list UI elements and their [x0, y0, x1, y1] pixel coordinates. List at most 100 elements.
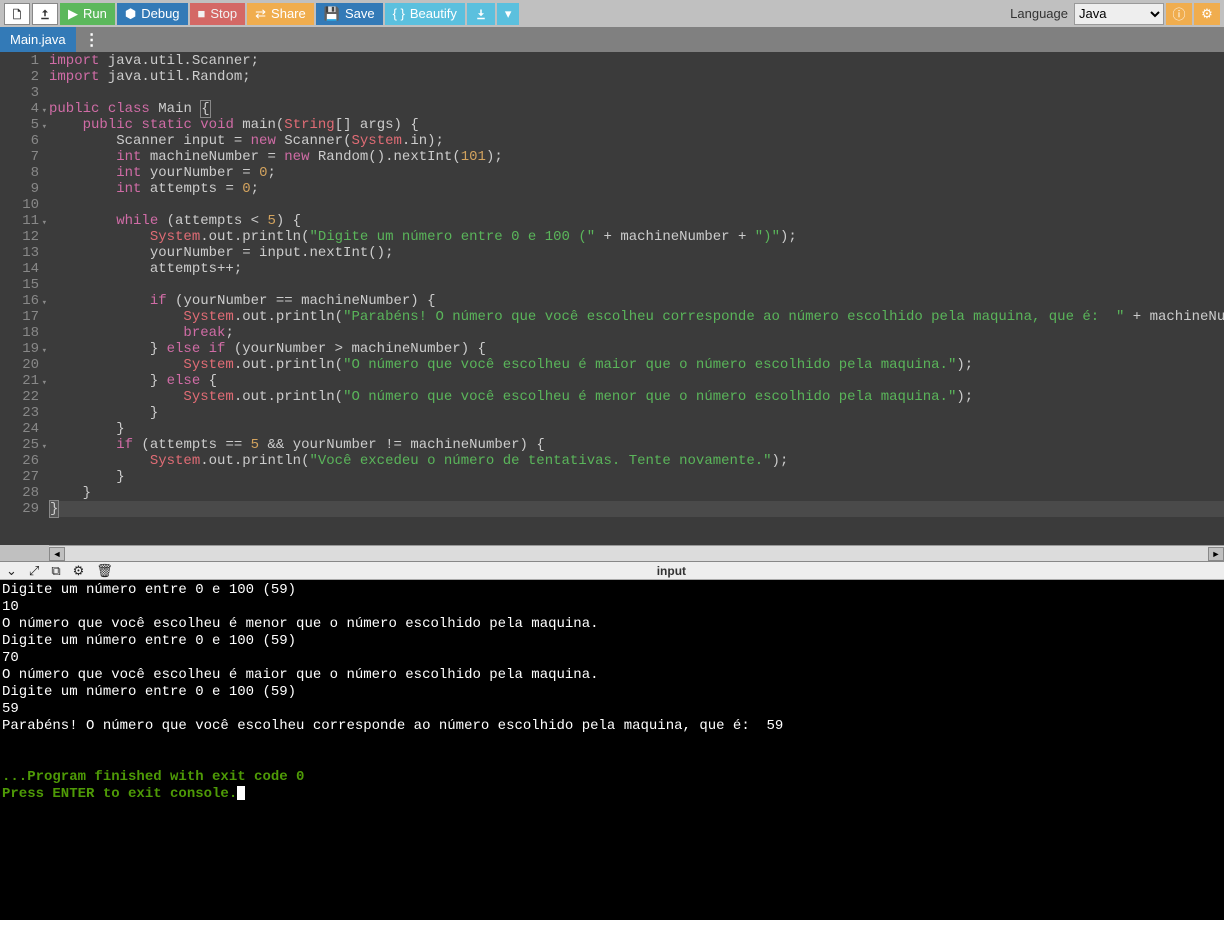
code-line[interactable]: import java.util.Scanner; — [49, 53, 1224, 69]
line-number: 20 — [0, 357, 39, 373]
share-icon: ⇄ — [255, 6, 266, 22]
line-number: 15 — [0, 277, 39, 293]
code-line[interactable]: System.out.println("Você excedeu o númer… — [49, 453, 1224, 469]
code-line[interactable]: } — [49, 405, 1224, 421]
scroll-right-icon[interactable]: ► — [1208, 547, 1224, 561]
code-line[interactable]: } — [49, 485, 1224, 501]
line-number: 11▾ — [0, 213, 39, 229]
download-dropdown[interactable]: ▾ — [497, 3, 520, 25]
code-line[interactable]: attempts++; — [49, 261, 1224, 277]
line-number: 29 — [0, 501, 39, 517]
tab-label: Main.java — [10, 32, 66, 47]
line-number: 8 — [0, 165, 39, 181]
line-number: 9 — [0, 181, 39, 197]
fold-icon[interactable]: ▾ — [42, 215, 47, 231]
code-line[interactable]: System.out.println("O número que você es… — [49, 357, 1224, 373]
code-line[interactable]: public class Main { — [49, 101, 1224, 117]
line-number: 4▾ — [0, 101, 39, 117]
editor-horizontal-scrollbar[interactable]: ◄ ► — [49, 545, 1224, 561]
debug-button[interactable]: ⬢Debug — [117, 3, 188, 25]
gear-icon[interactable]: ⚙ — [73, 563, 85, 579]
code-line[interactable]: int machineNumber = new Random().nextInt… — [49, 149, 1224, 165]
code-line[interactable] — [49, 85, 1224, 101]
code-line[interactable]: while (attempts < 5) { — [49, 213, 1224, 229]
stop-label: Stop — [210, 6, 237, 21]
fold-icon[interactable]: ▾ — [42, 375, 47, 391]
expand-icon[interactable]: ⤢ — [29, 563, 39, 579]
stop-button[interactable]: ■Stop — [190, 3, 246, 25]
settings-button[interactable]: ⚙ — [1194, 3, 1220, 25]
console-title: input — [125, 564, 1218, 578]
copy-icon[interactable]: ⧉ — [51, 563, 60, 579]
fold-icon[interactable]: ▾ — [42, 103, 47, 119]
code-line[interactable]: } — [49, 469, 1224, 485]
line-number: 17 — [0, 309, 39, 325]
code-line[interactable]: public static void main(String[] args) { — [49, 117, 1224, 133]
fold-icon[interactable]: ▾ — [42, 439, 47, 455]
file-icon — [11, 8, 23, 20]
fold-icon[interactable]: ▾ — [42, 119, 47, 135]
beautify-button[interactable]: { }Beautify — [385, 3, 465, 25]
code-line[interactable]: if (yourNumber == machineNumber) { — [49, 293, 1224, 309]
debug-label: Debug — [141, 6, 179, 21]
line-number: 13 — [0, 245, 39, 261]
upload-icon — [39, 8, 51, 20]
fold-icon[interactable]: ▾ — [42, 295, 47, 311]
line-number: 12 — [0, 229, 39, 245]
save-icon: 💾 — [324, 6, 340, 22]
code-line[interactable]: import java.util.Random; — [49, 69, 1224, 85]
download-icon — [475, 8, 487, 20]
code-line[interactable]: int yourNumber = 0; — [49, 165, 1224, 181]
line-number: 18 — [0, 325, 39, 341]
help-button[interactable]: ⓘ — [1166, 3, 1192, 25]
code-line[interactable]: System.out.println("Parabéns! O número q… — [49, 309, 1224, 325]
tab-menu-button[interactable]: ⋮ — [76, 30, 108, 50]
upload-button[interactable] — [32, 3, 58, 25]
line-number: 24 — [0, 421, 39, 437]
code-line[interactable]: break; — [49, 325, 1224, 341]
scroll-left-icon[interactable]: ◄ — [49, 547, 65, 561]
console-prompt: Press ENTER to exit console. — [2, 786, 237, 802]
code-line[interactable] — [49, 197, 1224, 213]
line-number: 2 — [0, 69, 39, 85]
download-button[interactable] — [467, 3, 495, 25]
code-line[interactable]: System.out.println("Digite um número ent… — [49, 229, 1224, 245]
language-select[interactable]: Java — [1074, 3, 1164, 25]
scroll-track[interactable] — [65, 547, 1208, 561]
run-button[interactable]: ▶Run — [60, 3, 115, 25]
chevron-down-icon[interactable]: ⌄ — [6, 563, 17, 579]
save-button[interactable]: 💾 Save — [316, 3, 383, 25]
code-line[interactable]: System.out.println("O número que você es… — [49, 389, 1224, 405]
run-label: Run — [83, 6, 107, 21]
code-area[interactable]: import java.util.Scanner;import java.uti… — [49, 52, 1224, 545]
fold-icon[interactable]: ▾ — [42, 343, 47, 359]
tab-main[interactable]: Main.java — [0, 27, 76, 52]
language-label: Language — [1010, 6, 1068, 21]
code-editor[interactable]: 1234▾5▾67891011▾1213141516▾171819▾2021▾2… — [0, 52, 1224, 545]
code-line[interactable]: Scanner input = new Scanner(System.in); — [49, 133, 1224, 149]
toolbar: ▶Run ⬢Debug ■Stop ⇄Share 💾 Save { }Beauti… — [0, 0, 1224, 27]
trash-icon[interactable]: 🗑 — [96, 563, 113, 579]
line-number: 19▾ — [0, 341, 39, 357]
console-output[interactable]: Digite um número entre 0 e 100 (59) 10 O… — [0, 580, 1224, 920]
code-line[interactable]: if (attempts == 5 && yourNumber != machi… — [49, 437, 1224, 453]
console-toolbar: ⌄ ⤢ ⧉ ⚙ 🗑 input — [0, 561, 1224, 580]
code-line[interactable]: int attempts = 0; — [49, 181, 1224, 197]
line-number: 14 — [0, 261, 39, 277]
share-button[interactable]: ⇄Share — [247, 3, 314, 25]
cursor — [237, 786, 245, 800]
code-line[interactable]: } else { — [49, 373, 1224, 389]
caret-down-icon: ▾ — [505, 6, 512, 22]
line-number: 27 — [0, 469, 39, 485]
code-line[interactable] — [49, 277, 1224, 293]
code-line[interactable]: } else if (yourNumber > machineNumber) { — [49, 341, 1224, 357]
new-file-button[interactable] — [4, 3, 30, 25]
line-number: 3 — [0, 85, 39, 101]
save-label: Save — [345, 6, 375, 21]
code-line[interactable]: yourNumber = input.nextInt(); — [49, 245, 1224, 261]
line-number: 6 — [0, 133, 39, 149]
gear-icon: ⚙ — [1201, 6, 1213, 22]
code-line[interactable]: } — [49, 421, 1224, 437]
line-number: 1 — [0, 53, 39, 69]
code-line[interactable]: } — [49, 501, 1224, 517]
